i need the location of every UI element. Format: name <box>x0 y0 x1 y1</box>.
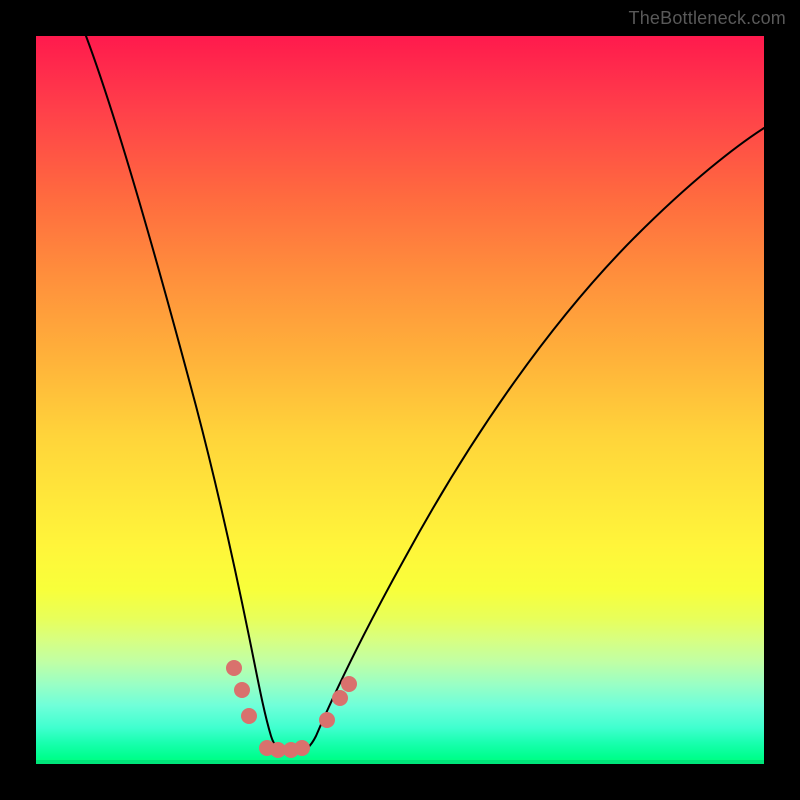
attribution-text: TheBottleneck.com <box>629 8 786 29</box>
curve-marker <box>234 682 250 698</box>
curve-marker <box>319 712 335 728</box>
curve-marker <box>341 676 357 692</box>
curve-path <box>86 36 764 752</box>
plot-area <box>36 36 764 764</box>
curve-marker <box>332 690 348 706</box>
curve-marker <box>226 660 242 676</box>
chart-frame: TheBottleneck.com <box>0 0 800 800</box>
bottleneck-curve <box>36 36 764 764</box>
curve-marker <box>294 740 310 756</box>
curve-marker <box>241 708 257 724</box>
